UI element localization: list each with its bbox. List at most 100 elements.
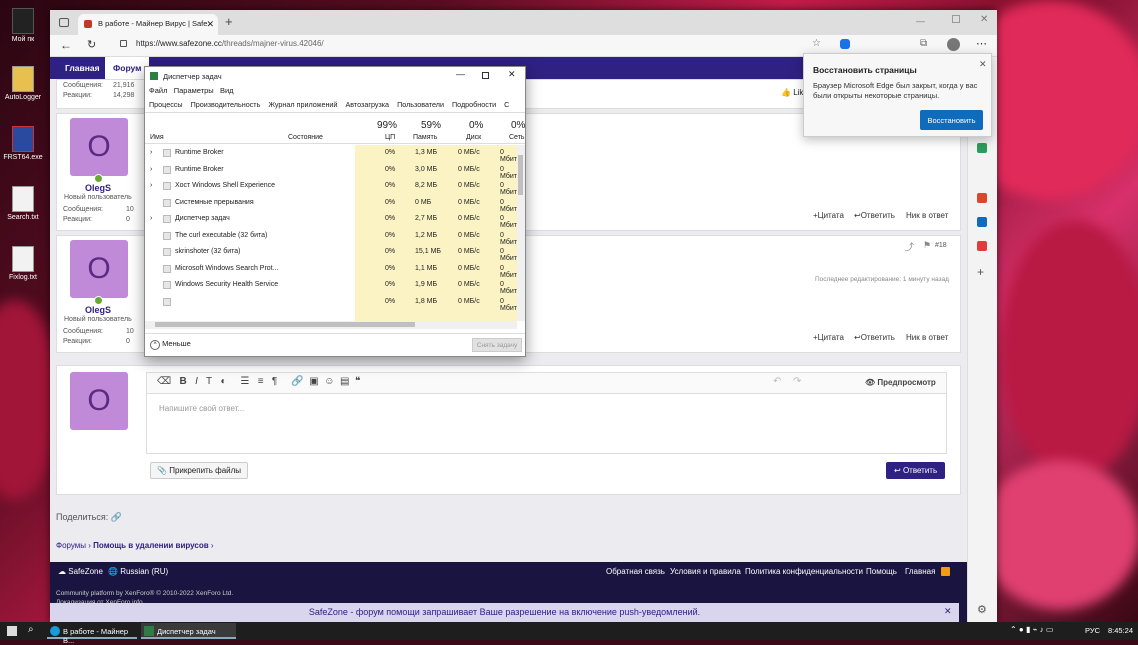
browser-tab[interactable]: В работе - Майнер Вирус | Safe ✕	[78, 14, 218, 35]
push-close-icon[interactable]: ✕	[944, 606, 952, 617]
process-row[interactable]: Microsoft Windows Search Prot... 0% 1,1 МБ…	[145, 261, 519, 279]
breadcrumb-section[interactable]: Помощь в удалении вирусов	[93, 541, 208, 550]
end-task-button[interactable]: Снять задачу	[472, 338, 522, 352]
sidebar-add-icon[interactable]: +	[977, 265, 984, 279]
paragraph-icon[interactable]: ¶	[272, 376, 277, 387]
submit-reply-button[interactable]: ↩ Ответить	[886, 462, 946, 479]
col-name-header[interactable]: Имя	[150, 134, 164, 141]
vertical-scrollbar[interactable]	[517, 145, 525, 321]
footer-link-terms[interactable]: Условия и правила	[670, 567, 741, 576]
tab-services[interactable]: С	[504, 100, 509, 109]
text-size-icon[interactable]: T	[206, 376, 212, 387]
favorites-icon[interactable]: ☆	[812, 38, 821, 49]
maximize-icon[interactable]	[952, 15, 960, 23]
process-row[interactable]: › Runtime Broker 0% 3,0 МБ 0 МБ/с 0 Мбит	[145, 162, 519, 180]
nav-home[interactable]: Главная	[65, 63, 100, 73]
more-menu-icon[interactable]: ⋯	[976, 37, 987, 50]
taskmgr-close-icon[interactable]: ✕	[508, 69, 516, 80]
expand-chevron-icon[interactable]: ›	[150, 149, 152, 156]
tab-app-history[interactable]: Журнал приложений	[268, 100, 337, 109]
post-number[interactable]: #18	[935, 242, 947, 249]
tab-processes[interactable]: Процессы	[149, 100, 183, 109]
fewer-details-button[interactable]: ^ Меньше	[150, 339, 191, 350]
rss-icon[interactable]	[941, 567, 950, 576]
avatar[interactable]: O	[70, 240, 128, 298]
avatar[interactable]: O	[70, 118, 128, 176]
process-row[interactable]: › Runtime Broker 0% 1,3 МБ 0 МБ/с 0 Мбит	[145, 145, 519, 163]
footer-brand[interactable]: ☁ SafeZone	[58, 567, 103, 576]
eraser-icon[interactable]: ⌫	[157, 376, 171, 387]
footer-link-privacy[interactable]: Политика конфиденциальности	[745, 567, 863, 576]
search-icon[interactable]: ⌕	[28, 624, 34, 635]
col-status-header[interactable]: Состояние	[288, 134, 323, 141]
breadcrumb-forums[interactable]: Форумы	[56, 541, 86, 550]
taskmgr-maximize-icon[interactable]	[482, 72, 489, 79]
expand-chevron-icon[interactable]: ›	[150, 215, 152, 222]
smiley-icon[interactable]: ☺	[324, 376, 334, 387]
preview-button[interactable]: 👁 Предпросмотр	[865, 378, 936, 387]
collections-icon[interactable]: ⧉	[920, 38, 927, 49]
quote-button[interactable]: +Цитата	[813, 211, 844, 220]
reply-button[interactable]: ↩Ответить	[854, 211, 895, 220]
share-icon[interactable]: ⤴	[905, 240, 914, 253]
menu-file[interactable]: Файл	[149, 86, 167, 95]
process-row[interactable]: › Хост Windows Shell Experience 0% 8,2 МБ 0 …	[145, 178, 519, 196]
new-tab-icon[interactable]: +	[225, 14, 233, 29]
align-icon[interactable]: ≡	[258, 376, 264, 387]
palette-icon[interactable]: ◐	[220, 376, 226, 387]
tab-users[interactable]: Пользователи	[397, 100, 444, 109]
quote-icon[interactable]: ❝	[355, 376, 360, 387]
scroll-thumb[interactable]	[155, 322, 415, 327]
horizontal-scrollbar[interactable]	[145, 321, 517, 329]
reply-button[interactable]: ↩Ответить	[854, 333, 895, 342]
taskmgr-minimize-icon[interactable]: —	[456, 69, 465, 79]
expand-chevron-icon[interactable]: ›	[150, 182, 152, 189]
profile-avatar[interactable]	[947, 38, 960, 51]
desktop-icon-search-txt[interactable]: Search.txt	[0, 186, 46, 221]
language-selector[interactable]: 🌐 Russian (RU)	[108, 567, 168, 576]
start-icon[interactable]	[7, 626, 17, 636]
desktop-icon-frst[interactable]: FRST64.exe	[0, 126, 46, 161]
col-memory-header[interactable]: Память	[413, 134, 437, 141]
desktop-icon-autologger[interactable]: AutoLogger	[0, 66, 46, 101]
attach-files-button[interactable]: 📎 Прикрепить файлы	[150, 462, 249, 479]
expand-chevron-icon[interactable]: ›	[150, 166, 152, 173]
redo-icon[interactable]: ↷	[793, 376, 801, 387]
footer-link-home[interactable]: Главная	[905, 567, 935, 576]
bold-icon[interactable]: B	[179, 376, 186, 387]
popup-close-icon[interactable]: ✕	[979, 59, 987, 70]
system-tray-icons[interactable]: ⌃ ● ▮ ⌁ ♪ ▭	[1010, 625, 1053, 634]
process-row[interactable]: Системные прерывания 0% 0 МБ 0 МБ/с 0 Мбит	[145, 195, 519, 213]
process-row[interactable]: › Диспетчер задач 0% 2,7 МБ 0 МБ/с 0 Мбит	[145, 211, 519, 229]
tab-details[interactable]: Подробности	[452, 100, 496, 109]
process-row[interactable]: Windows Security Health Service 0% 1,9 МБ 0…	[145, 277, 519, 295]
undo-icon[interactable]: ↶	[773, 376, 781, 387]
mention-button[interactable]: Ник в ответ	[906, 211, 948, 220]
url-field[interactable]: https://www.safezone.cc/threads/majner-v…	[136, 39, 324, 48]
desktop-icon-fixlog-txt[interactable]: Fixlog.txt	[0, 246, 46, 281]
sidebar-office-icon[interactable]	[977, 193, 987, 203]
close-tab-icon[interactable]: ✕	[206, 19, 214, 30]
restore-button[interactable]: Восстановить	[920, 110, 983, 130]
menu-view[interactable]: Вид	[220, 86, 234, 95]
sidebar-games-icon[interactable]	[977, 241, 987, 251]
sidebar-settings-icon[interactable]: ⚙	[977, 603, 987, 616]
desktop-icon-mypc[interactable]: Мой пк	[0, 8, 46, 43]
username[interactable]: OlegS	[85, 183, 111, 193]
bookmark-icon[interactable]: ⚑	[923, 240, 931, 251]
tab-performance[interactable]: Производительность	[191, 100, 261, 109]
sidebar-outlook-icon[interactable]	[977, 217, 987, 227]
mention-button[interactable]: Ник в ответ	[906, 333, 948, 342]
username[interactable]: OlegS	[85, 305, 111, 315]
process-row[interactable]: 0% 1,8 МБ 0 МБ/с 0 Мбит	[145, 294, 519, 312]
footer-link-help[interactable]: Помощь	[866, 567, 897, 576]
list-icon[interactable]: ☰	[240, 376, 249, 387]
media-icon[interactable]: ▤	[340, 376, 349, 387]
close-window-icon[interactable]: ✕	[980, 14, 988, 25]
share-link-icon[interactable]: 🔗	[111, 512, 122, 522]
minimize-icon[interactable]: —	[916, 16, 925, 26]
process-row[interactable]: The curl executable (32 бита) 0% 1,2 МБ 0 М…	[145, 228, 519, 246]
nav-forums[interactable]: Форум	[105, 57, 150, 79]
col-network-header[interactable]: Сеть	[509, 134, 525, 141]
link-icon[interactable]: 🔗	[291, 376, 303, 387]
